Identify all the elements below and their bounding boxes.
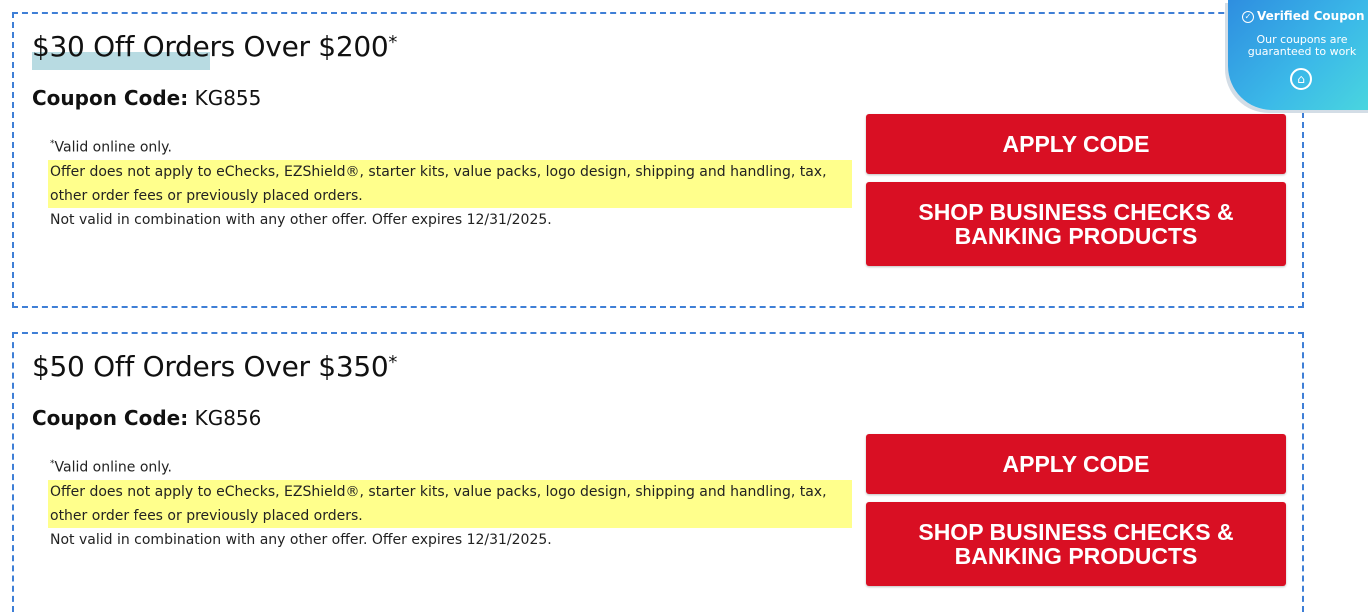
terms-combination: Not valid in combination with any other … <box>50 531 552 548</box>
coupon-card: $50 Off Orders Over $350* Coupon Code: K… <box>12 332 1304 612</box>
shop-button-label-line-2: BANKING PRODUCTS <box>954 543 1198 569</box>
coupon-code-label: Coupon Code: <box>32 406 189 430</box>
shop-business-checks-button[interactable]: SHOP BUSINESS CHECKS & BANKING PRODUCTS <box>866 182 1286 266</box>
terms-valid-online: *Valid online only. <box>50 459 172 476</box>
coupon-code-value: KG856 <box>194 406 262 430</box>
shop-button-label-line-1: SHOP BUSINESS CHECKS & <box>918 519 1234 545</box>
coupon-terms: *Valid online only. Offer does not apply… <box>48 132 852 232</box>
terms-exclusions-line-1: Offer does not apply to eChecks, EZShiel… <box>48 479 852 504</box>
apply-code-button[interactable]: APPLY CODE <box>866 114 1286 174</box>
coupon-code-label: Coupon Code: <box>32 86 189 110</box>
verified-coupon-badge: ✓ Verified Coupon Our coupons are guarant… <box>1228 0 1368 110</box>
coupon-code-line: Coupon Code: KG855 <box>32 86 261 110</box>
terms-exclusions-line-2: other order fees or previously placed or… <box>48 503 852 528</box>
verified-coupon-subtitle: Our coupons are guaranteed to work <box>1247 33 1357 58</box>
terms-valid-online: *Valid online only. <box>50 139 172 156</box>
shop-business-checks-button[interactable]: SHOP BUSINESS CHECKS & BANKING PRODUCTS <box>866 502 1286 586</box>
terms-combination: Not valid in combination with any other … <box>50 211 552 228</box>
shield-house-icon: ⌂ <box>1290 68 1312 90</box>
coupon-terms: *Valid online only. Offer does not apply… <box>48 452 852 552</box>
terms-exclusions-line-2: other order fees or previously placed or… <box>48 183 852 208</box>
check-circle-icon: ✓ <box>1242 10 1254 23</box>
coupon-code-line: Coupon Code: KG856 <box>32 406 261 430</box>
coupon-title: $50 Off Orders Over $350* <box>32 350 398 383</box>
terms-exclusions-line-1: Offer does not apply to eChecks, EZShiel… <box>48 159 852 184</box>
verified-coupon-title: ✓ Verified Coupon <box>1242 9 1365 23</box>
shop-button-label-line-2: BANKING PRODUCTS <box>954 223 1198 249</box>
shop-button-label-line-1: SHOP BUSINESS CHECKS & <box>918 199 1234 225</box>
apply-code-button[interactable]: APPLY CODE <box>866 434 1286 494</box>
coupon-title: $30 Off Orders Over $200* <box>32 30 398 63</box>
coupon-card: $30 Off Orders Over $200* Coupon Code: K… <box>12 12 1304 308</box>
coupon-code-value: KG855 <box>194 86 262 110</box>
